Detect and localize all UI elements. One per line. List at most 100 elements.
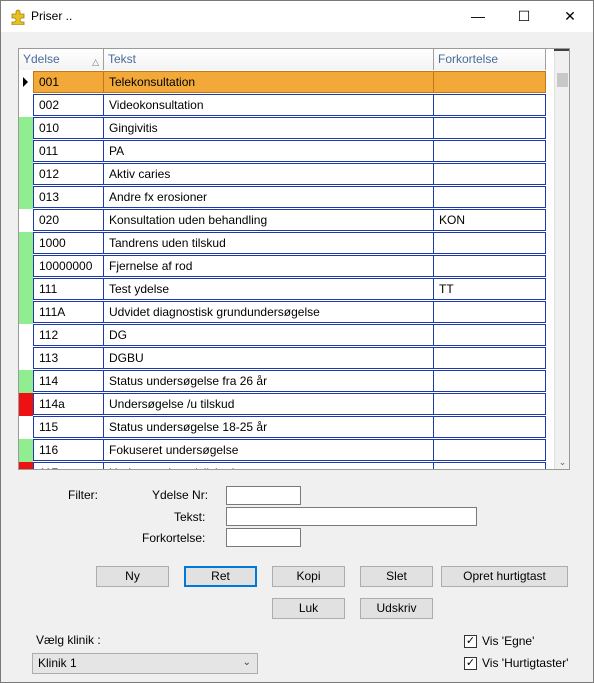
table-row[interactable]: 020 Konsultation uden behandling KON xyxy=(19,209,546,232)
table-row[interactable]: 10000000 Fjernelse af rod xyxy=(19,255,546,278)
row-color-indicator xyxy=(19,232,33,255)
forkortelse-cell[interactable] xyxy=(434,416,546,438)
ydelse-cell[interactable]: 012 xyxy=(33,163,104,185)
forkortelse-cell[interactable] xyxy=(434,393,546,415)
minimize-button[interactable]: — xyxy=(455,1,501,32)
tekst-cell[interactable]: Fokuseret undersøgelse xyxy=(104,439,434,461)
tekst-cell[interactable]: PA xyxy=(104,140,434,162)
kopi-button[interactable]: Kopi xyxy=(272,566,345,587)
tekst-cell[interactable]: Undersøgelse u/ tilskud xyxy=(104,462,434,469)
forkortelse-cell[interactable] xyxy=(434,255,546,277)
table-row[interactable]: 117Undersøgelse u/ tilskud xyxy=(19,462,546,469)
table-row[interactable]: 010 Gingivitis xyxy=(19,117,546,140)
row-color-indicator xyxy=(19,416,33,439)
forkortelse-input[interactable] xyxy=(226,528,301,547)
ydelse-cell[interactable]: 115 xyxy=(33,416,104,438)
forkortelse-cell[interactable] xyxy=(434,347,546,369)
tekst-cell[interactable]: Tandrens uden tilskud xyxy=(104,232,434,254)
table-row[interactable]: 116 Fokuseret undersøgelse xyxy=(19,439,546,462)
tekst-cell[interactable]: Status undersøgelse 18-25 år xyxy=(104,416,434,438)
maximize-button[interactable]: ☐ xyxy=(501,1,547,32)
ydelse-cell[interactable]: 011 xyxy=(33,140,104,162)
table-row[interactable]: 001 Telekonsultation xyxy=(19,71,546,94)
forkortelse-cell[interactable] xyxy=(434,117,546,139)
forkortelse-cell[interactable]: TT xyxy=(434,278,546,300)
ydelse-cell[interactable]: 111A xyxy=(33,301,104,323)
forkortelse-cell[interactable] xyxy=(434,140,546,162)
forkortelse-cell[interactable] xyxy=(434,186,546,208)
ydelse-cell[interactable]: 10000000 xyxy=(33,255,104,277)
tekst-cell[interactable]: Videokonsultation xyxy=(104,94,434,116)
table-row[interactable]: 012 Aktiv caries xyxy=(19,163,546,186)
table-row[interactable]: 002 Videokonsultation xyxy=(19,94,546,117)
row-color-indicator xyxy=(19,163,33,186)
ydelse-cell[interactable]: 020 xyxy=(33,209,104,231)
ydelse-cell[interactable]: 113 xyxy=(33,347,104,369)
ny-button[interactable]: Ny xyxy=(96,566,169,587)
klinik-select[interactable]: Klinik 1 ⌄ xyxy=(32,653,258,674)
price-grid[interactable]: Ydelse △ Tekst Forkortelse 001 Telekonsul… xyxy=(18,48,570,470)
tekst-cell[interactable]: Telekonsultation xyxy=(104,71,434,93)
scroll-thumb[interactable] xyxy=(557,73,568,87)
forkortelse-cell[interactable] xyxy=(434,439,546,461)
luk-button[interactable]: Luk xyxy=(272,598,345,619)
ydelse-cell[interactable]: 114a xyxy=(33,393,104,415)
ydelse-cell[interactable]: 1000 xyxy=(33,232,104,254)
tekst-cell[interactable]: Aktiv caries xyxy=(104,163,434,185)
ydelse-cell[interactable]: 111 xyxy=(33,278,104,300)
ydelse-cell[interactable]: 117 xyxy=(33,462,104,469)
sort-ascending-icon: △ xyxy=(92,57,99,67)
tekst-cell[interactable]: Fjernelse af rod xyxy=(104,255,434,277)
ydelse-nr-input[interactable] xyxy=(226,486,301,505)
forkortelse-cell[interactable] xyxy=(434,232,546,254)
ydelse-cell[interactable]: 116 xyxy=(33,439,104,461)
forkortelse-cell[interactable] xyxy=(434,462,546,469)
tekst-cell[interactable]: DG xyxy=(104,324,434,346)
ydelse-cell[interactable]: 001 xyxy=(33,71,104,93)
table-row[interactable]: 011 PA xyxy=(19,140,546,163)
column-header-tekst[interactable]: Tekst xyxy=(104,49,434,70)
tekst-cell[interactable]: Konsultation uden behandling xyxy=(104,209,434,231)
forkortelse-cell[interactable] xyxy=(434,163,546,185)
tekst-cell[interactable]: Undersøgelse /u tilskud xyxy=(104,393,434,415)
table-row[interactable]: 113 DGBU xyxy=(19,347,546,370)
table-row[interactable]: 114a Undersøgelse /u tilskud xyxy=(19,393,546,416)
tekst-cell[interactable]: Gingivitis xyxy=(104,117,434,139)
ydelse-cell[interactable]: 114 xyxy=(33,370,104,392)
tekst-cell[interactable]: Andre fx erosioner xyxy=(104,186,434,208)
udskriv-button[interactable]: Udskriv xyxy=(360,598,433,619)
vis-egne-checkbox[interactable]: ✓ xyxy=(464,635,477,648)
table-row[interactable]: 112 DG xyxy=(19,324,546,347)
forkortelse-cell[interactable] xyxy=(434,71,546,93)
close-button[interactable]: ✕ xyxy=(547,1,593,32)
slet-button[interactable]: Slet xyxy=(360,566,433,587)
forkortelse-cell[interactable] xyxy=(434,370,546,392)
ret-button[interactable]: Ret xyxy=(184,566,257,587)
table-row[interactable]: 115 Status undersøgelse 18-25 år xyxy=(19,416,546,439)
column-header-ydelse[interactable]: Ydelse △ xyxy=(19,49,104,70)
ydelse-cell[interactable]: 010 xyxy=(33,117,104,139)
forkortelse-cell[interactable]: KON xyxy=(434,209,546,231)
table-row[interactable]: 1000 Tandrens uden tilskud xyxy=(19,232,546,255)
tekst-cell[interactable]: Status undersøgelse fra 26 år xyxy=(104,370,434,392)
scroll-down-icon[interactable]: ⌄ xyxy=(555,455,569,469)
ydelse-cell[interactable]: 002 xyxy=(33,94,104,116)
forkortelse-cell[interactable] xyxy=(434,324,546,346)
tekst-input[interactable] xyxy=(226,507,477,526)
tekst-cell[interactable]: Udvidet diagnostisk grundundersøgelse xyxy=(104,301,434,323)
ydelse-cell[interactable]: 013 xyxy=(33,186,104,208)
tekst-cell[interactable]: Test ydelse xyxy=(104,278,434,300)
table-row[interactable]: 114 Status undersøgelse fra 26 år xyxy=(19,370,546,393)
vis-hurtigtaster-checkbox[interactable]: ✓ xyxy=(464,657,477,670)
forkortelse-cell[interactable] xyxy=(434,301,546,323)
vertical-scrollbar[interactable]: ⌄ xyxy=(554,49,569,469)
tekst-cell[interactable]: DGBU xyxy=(104,347,434,369)
table-row[interactable]: 111 Test ydelse TT xyxy=(19,278,546,301)
opret-hurtigtast-button[interactable]: Opret hurtigtast xyxy=(441,566,568,587)
column-header-forkortelse[interactable]: Forkortelse xyxy=(434,49,546,70)
table-row[interactable]: 111A Udvidet diagnostisk grundundersøgels… xyxy=(19,301,546,324)
forkortelse-cell[interactable] xyxy=(434,94,546,116)
table-row[interactable]: 013 Andre fx erosioner xyxy=(19,186,546,209)
ydelse-nr-label: Ydelse Nr: xyxy=(152,488,209,502)
ydelse-cell[interactable]: 112 xyxy=(33,324,104,346)
